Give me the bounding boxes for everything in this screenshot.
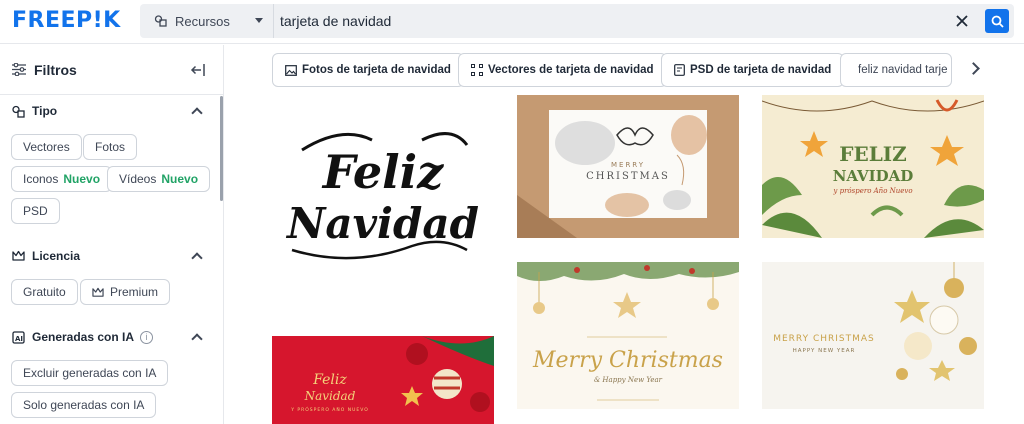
resources-icon (154, 15, 167, 27)
result-card-feliz-navidad-stars[interactable]: FELIZ NAVIDAD y próspero Año Nuevo (762, 95, 984, 238)
chevron-down-icon (255, 18, 263, 23)
search-button[interactable] (985, 9, 1009, 33)
ai-icon: AI (12, 330, 25, 344)
card-image: FELIZ NAVIDAD y próspero Año Nuevo (762, 99, 984, 238)
new-badge: Nuevo (161, 172, 199, 186)
chip-excluir-ia[interactable]: Excluir generadas con IA (11, 360, 169, 386)
chip-premium[interactable]: Premium (80, 279, 171, 305)
card-red-sub: Y PRÓSPERO AÑO NUEVO (290, 406, 369, 413)
card-image: Feliz Navidad Y PRÓSPERO AÑO NUEVO (272, 336, 494, 424)
chevron-up-icon[interactable] (191, 107, 203, 119)
related-searches-bar: Fotos de tarjeta de navidad Vectores de … (225, 45, 1024, 95)
photo-icon (285, 64, 297, 76)
chip-label: PSD (23, 204, 48, 218)
card-red-feliz: Feliz (312, 372, 347, 388)
section-ia-label: Generadas con IA (32, 330, 135, 344)
card-navidad: NAVIDAD (833, 167, 914, 185)
chevron-up-icon[interactable] (191, 252, 203, 264)
lettering-line2: Navidad (285, 199, 479, 248)
result-card-merry-christmas-script[interactable]: Merry Christmas & Happy New Year (517, 262, 739, 409)
chip-fotos[interactable]: Fotos (83, 134, 138, 160)
info-icon[interactable]: i (140, 330, 154, 344)
sidebar-scrollbar[interactable] (220, 96, 223, 201)
sliders-icon (12, 63, 26, 76)
chevron-right-icon[interactable] (967, 62, 980, 75)
card-merry: MERRY (611, 161, 645, 169)
top-header: FREEP!K Recursos (0, 0, 1024, 44)
filters-title: Filtros (34, 61, 77, 78)
crown-icon (92, 287, 104, 297)
suggestion-vectores[interactable]: Vectores de tarjeta de navidad (458, 53, 667, 87)
section-tipo-label: Tipo (32, 104, 58, 118)
result-card-gold-ornaments[interactable]: MERRY CHRISTMAS HAPPY NEW YEAR (762, 262, 984, 409)
chip-label: Premium (110, 285, 159, 299)
card-happy-gold: HAPPY NEW YEAR (793, 348, 856, 354)
result-card-red-feliz-navidad[interactable]: Feliz Navidad Y PRÓSPERO AÑO NUEVO (272, 336, 494, 424)
chip-label: Vectores (23, 140, 70, 154)
chip-label: Vídeos (119, 172, 157, 186)
card-merry-gold: MERRY CHRISTMAS (773, 334, 875, 344)
card-prospero: y próspero Año Nuevo (832, 187, 912, 195)
resource-type-select[interactable]: Recursos (140, 4, 274, 38)
card-merry-script: Merry Christmas (532, 348, 723, 373)
suggestion-psd[interactable]: PSD de tarjeta de navidad (661, 53, 845, 87)
suggestion-label: feliz navidad tarje (858, 64, 948, 76)
card-red-navidad: Navidad (304, 389, 356, 403)
suggestion-label: Vectores de tarjeta de navidad (488, 64, 654, 76)
section-licencia-title[interactable]: Licencia (12, 249, 80, 263)
freepik-logo[interactable]: FREEP!K (12, 8, 121, 33)
new-badge: Nuevo (63, 172, 101, 186)
card-image: MERRY CHRISTMAS HAPPY NEW YEAR (773, 262, 977, 381)
clear-search-button[interactable] (952, 11, 972, 31)
resource-type-label: Recursos (175, 13, 230, 29)
chip-label: Fotos (95, 140, 126, 154)
card-image: Merry Christmas & Happy New Year (517, 262, 739, 401)
card-image: MERRY CHRISTMAS (517, 110, 707, 238)
card-christmas: CHRISTMAS (586, 171, 670, 182)
suggestion-search[interactable]: feliz navidad tarje (840, 53, 952, 87)
search-bar: Recursos (140, 4, 1014, 38)
suggestion-label: PSD de tarjeta de navidad (690, 64, 832, 76)
lettering-image: Feliz Navidad (285, 132, 479, 260)
crown-icon (12, 250, 25, 261)
card-feliz: FELIZ (839, 142, 906, 166)
psd-icon (674, 64, 685, 76)
chip-label: Gratuito (23, 285, 66, 299)
result-card-merry-christmas-envelope[interactable]: MERRY CHRISTMAS (517, 95, 739, 238)
chevron-up-icon[interactable] (191, 333, 203, 345)
filters-header: Filtros (0, 45, 223, 95)
chip-label: Solo generadas con IA (23, 398, 145, 412)
suggestion-fotos[interactable]: Fotos de tarjeta de navidad (272, 53, 464, 87)
close-icon (956, 15, 968, 27)
filters-sidebar: Filtros Tipo Vectores Fotos Iconos Nuevo … (0, 45, 224, 424)
chip-gratuito[interactable]: Gratuito (11, 279, 78, 305)
search-icon (991, 15, 1004, 28)
chip-videos[interactable]: Vídeos Nuevo (107, 166, 211, 192)
search-input[interactable] (280, 4, 940, 38)
suggestion-label: Fotos de tarjeta de navidad (302, 64, 451, 76)
chip-vectores[interactable]: Vectores (11, 134, 82, 160)
lettering-line1: Feliz (321, 145, 444, 199)
vector-icon (471, 64, 483, 76)
card-happy-ny: & Happy New Year (594, 376, 663, 384)
chip-iconos[interactable]: Iconos Nuevo (11, 166, 113, 192)
chip-label: Excluir generadas con IA (23, 366, 157, 380)
shapes-icon (12, 105, 25, 118)
svg-text:AI: AI (15, 335, 23, 343)
result-card-feliz-navidad-lettering[interactable]: Feliz Navidad (272, 110, 494, 270)
section-tipo-title[interactable]: Tipo (12, 104, 57, 118)
collapse-sidebar-icon[interactable] (189, 61, 207, 79)
chip-label: Iconos (23, 172, 59, 186)
chip-psd[interactable]: PSD (11, 198, 60, 224)
chip-solo-ia[interactable]: Solo generadas con IA (11, 392, 157, 418)
section-licencia-label: Licencia (32, 249, 81, 263)
section-ia-title[interactable]: AI Generadas con IA i (12, 330, 154, 344)
